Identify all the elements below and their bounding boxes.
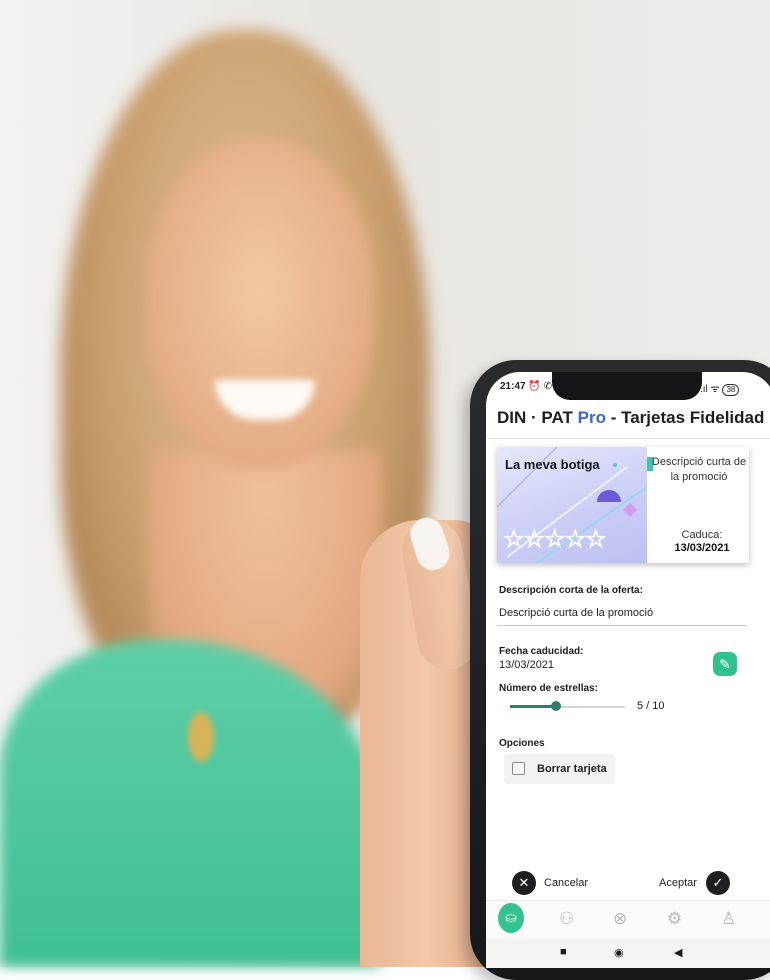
status-time: 21:47 ⏰ ✆ (500, 381, 552, 392)
expiry-value: 13/03/2021 (499, 659, 555, 671)
system-nav (486, 938, 770, 968)
face (145, 140, 375, 470)
card-artwork: La meva botiga ☆☆☆☆☆ (497, 447, 647, 563)
accept-button[interactable]: ✓ (706, 871, 730, 895)
description-underline (497, 625, 747, 626)
phone-notch (552, 372, 702, 400)
nav-basket-icon[interactable]: ⛀ (498, 903, 524, 933)
loyalty-card-preview[interactable]: La meva botiga ☆☆☆☆☆ Descripció curta de… (497, 447, 749, 563)
home-icon[interactable]: ◉ (614, 946, 624, 959)
header-divider (486, 438, 770, 439)
cancel-button[interactable]: ✕ (512, 871, 536, 895)
nav-circle-icon[interactable]: ⊗ (613, 909, 627, 929)
brand-pro: Pro (577, 408, 606, 427)
check-icon: ✓ (712, 875, 724, 890)
stars-label: Número de estrellas: (499, 683, 598, 694)
options-label: Opciones (499, 738, 545, 749)
expiry-label: Fecha caducidad: (499, 646, 584, 657)
section-title: Tarjetas Fidelidad (621, 408, 765, 427)
edit-icon: ✎ (719, 656, 731, 672)
title-separator: - (610, 408, 617, 427)
brand-name: DIN · PAT (497, 408, 573, 427)
signal-wifi-icon: .ıl ᯤ (700, 384, 720, 395)
time-text: 21:47 (500, 381, 526, 392)
necklace (188, 712, 214, 762)
recents-icon[interactable]: ■ (560, 946, 567, 958)
battery-icon: 38 (722, 384, 740, 396)
delete-card-label: Borrar tarjeta (537, 763, 607, 775)
card-store-name: La meva botiga (505, 457, 600, 472)
back-icon[interactable]: ◀ (674, 946, 682, 959)
status-right: .ıl ᯤ 38 (700, 381, 740, 396)
nav-person-icon[interactable]: ♙ (721, 909, 736, 929)
card-expiry-date: 13/03/2021 (674, 542, 730, 554)
accept-label[interactable]: Aceptar (659, 877, 697, 889)
cancel-label[interactable]: Cancelar (544, 877, 588, 889)
nav-gear-icon[interactable]: ⚙ (667, 909, 682, 929)
delete-card-checkbox[interactable] (512, 762, 525, 775)
description-input[interactable]: Descripció curta de la promoció (499, 607, 653, 619)
stars-slider-fill (510, 705, 556, 708)
stars-value: 5 / 10 (637, 700, 665, 712)
description-label: Descripción corta de la oferta: (499, 585, 643, 596)
card-stars: ☆☆☆☆☆ (503, 526, 608, 554)
app-title: DIN · PAT Pro - Tarjetas Fidelidad (497, 408, 764, 428)
card-expiry-label: Caduca: (681, 529, 723, 541)
nav-user-pin-icon[interactable]: ⚇ (559, 909, 574, 929)
status-icons-left: ⏰ ✆ (528, 381, 552, 392)
edit-date-button[interactable]: ✎ (713, 652, 737, 676)
stars-slider-thumb[interactable] (551, 701, 561, 711)
close-icon: ✕ (518, 875, 530, 890)
card-description: Descripció curta de la promoció (651, 456, 747, 483)
